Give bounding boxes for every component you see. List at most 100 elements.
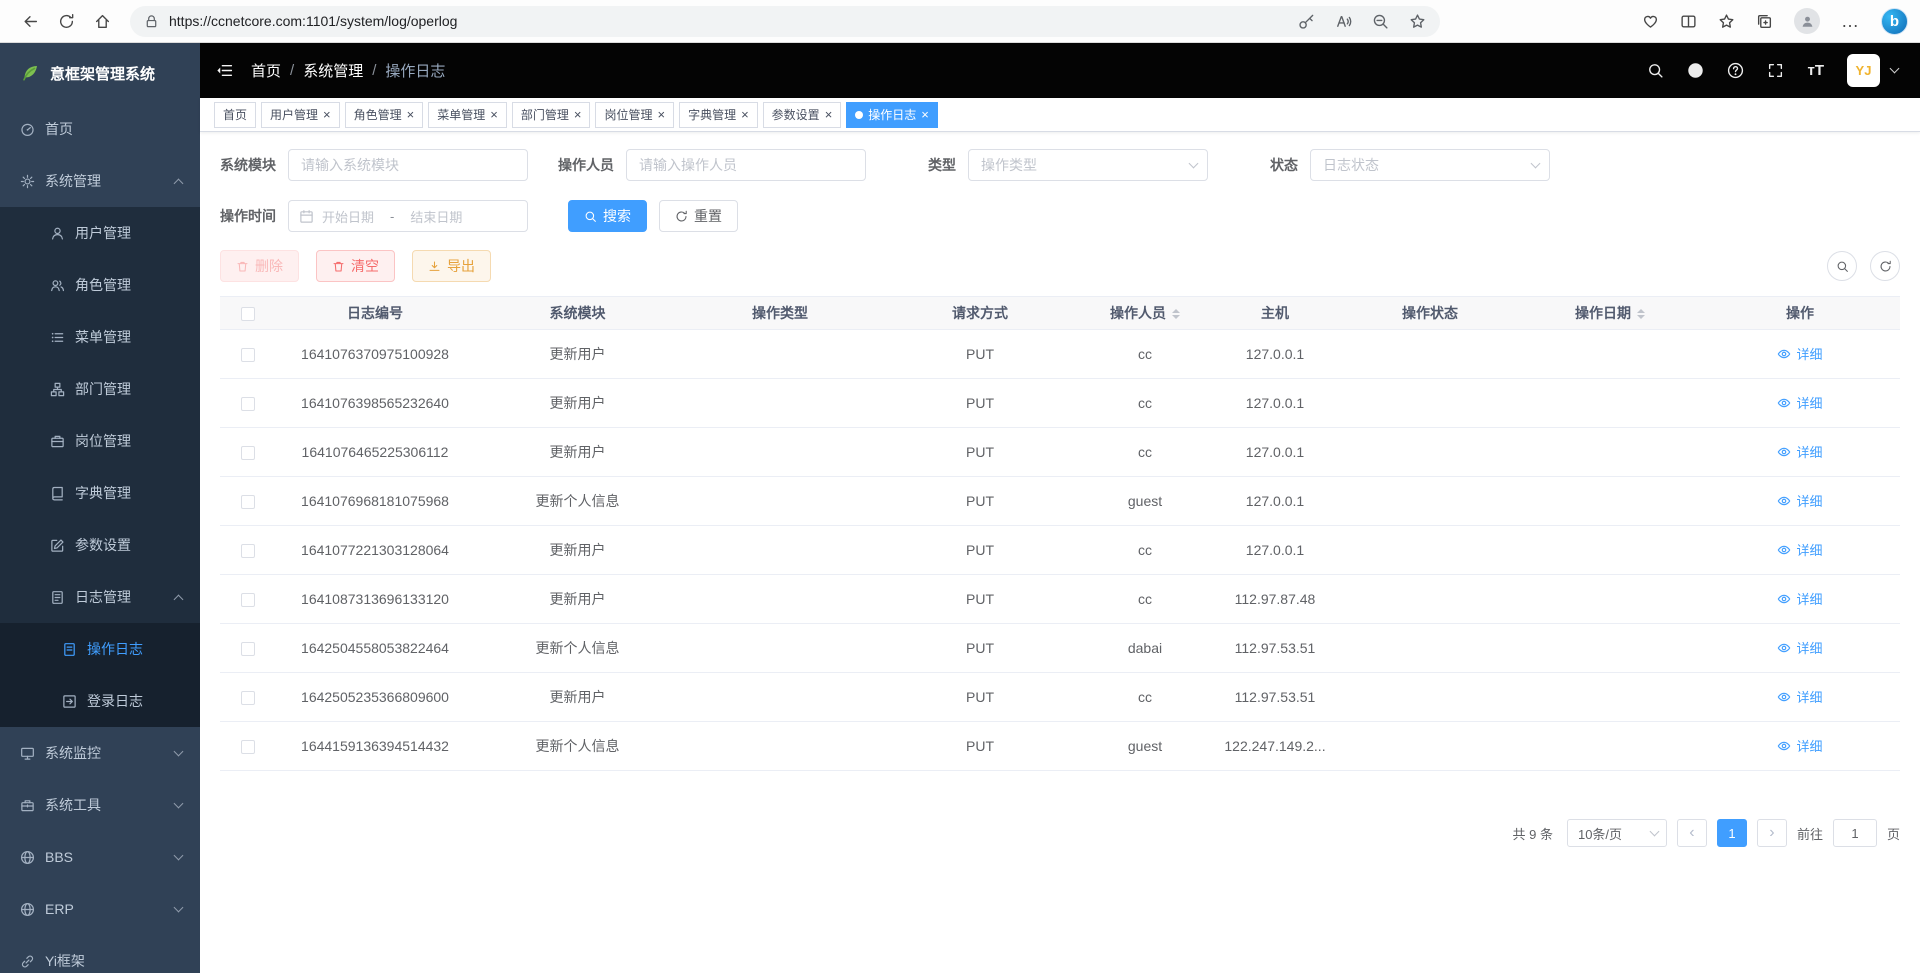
detail-link[interactable]: 详细 — [1777, 687, 1822, 706]
detail-link[interactable]: 详细 — [1777, 393, 1822, 412]
detail-link[interactable]: 详细 — [1777, 442, 1822, 461]
collapse-sidebar-button[interactable] — [216, 62, 233, 79]
tab-param-settings[interactable]: 参数设置 × — [763, 102, 842, 128]
sidebar-item-user-mgmt[interactable]: 用户管理 — [0, 207, 200, 259]
sidebar-item-dict-mgmt[interactable]: 字典管理 — [0, 467, 200, 519]
tab-dict-mgmt[interactable]: 字典管理 × — [679, 102, 758, 128]
close-icon[interactable]: × — [407, 108, 415, 121]
status-select[interactable]: 日志状态 — [1310, 149, 1550, 181]
close-icon[interactable]: × — [657, 108, 665, 121]
module-input[interactable] — [288, 149, 528, 181]
row-checkbox[interactable] — [241, 397, 255, 411]
browser-back-button[interactable] — [12, 4, 48, 38]
app-logo[interactable]: 意框架管理系统 — [0, 43, 200, 103]
tab-user-mgmt[interactable]: 用户管理 × — [261, 102, 340, 128]
browser-menu-icon[interactable]: … — [1841, 11, 1860, 32]
bing-icon[interactable]: b — [1881, 8, 1908, 35]
sidebar-item-system-tools[interactable]: 系统工具 — [0, 779, 200, 831]
favorites-icon[interactable] — [1718, 13, 1735, 30]
col-date[interactable]: 操作日期 — [1520, 297, 1700, 330]
detail-link[interactable]: 详细 — [1777, 491, 1822, 510]
goto-page-input[interactable] — [1833, 819, 1877, 847]
profile-avatar[interactable] — [1794, 8, 1820, 34]
tab-post-mgmt[interactable]: 岗位管理 × — [595, 102, 674, 128]
sidebar-item-menu-mgmt[interactable]: 菜单管理 — [0, 311, 200, 363]
breadcrumb-home[interactable]: 首页 — [251, 60, 281, 81]
sidebar-item-login-log[interactable]: 登录日志 — [0, 675, 200, 727]
detail-link[interactable]: 详细 — [1777, 540, 1822, 559]
reset-button[interactable]: 重置 — [659, 200, 738, 232]
tab-role-mgmt[interactable]: 角色管理 × — [345, 102, 424, 128]
row-checkbox[interactable] — [241, 348, 255, 362]
header-search-button[interactable] — [1647, 62, 1664, 79]
delete-button[interactable]: 删除 — [220, 250, 299, 282]
password-key-icon[interactable] — [1298, 13, 1315, 30]
sort-carets-icon[interactable] — [1172, 305, 1180, 323]
user-avatar[interactable]: YJ — [1847, 54, 1880, 87]
page-number-1[interactable]: 1 — [1717, 819, 1747, 847]
close-icon[interactable]: × — [323, 108, 331, 121]
row-checkbox[interactable] — [241, 691, 255, 705]
sidebar-item-erp[interactable]: ERP — [0, 883, 200, 935]
sidebar-item-post-mgmt[interactable]: 岗位管理 — [0, 415, 200, 467]
sidebar-item-role-mgmt[interactable]: 角色管理 — [0, 259, 200, 311]
read-aloud-icon[interactable] — [1335, 13, 1352, 30]
sidebar-item-system-mgmt[interactable]: 系统管理 — [0, 155, 200, 207]
refresh-table-button[interactable] — [1870, 251, 1900, 281]
row-checkbox[interactable] — [241, 593, 255, 607]
detail-link[interactable]: 详细 — [1777, 736, 1822, 755]
next-page-button[interactable]: › — [1757, 819, 1787, 847]
split-screen-icon[interactable] — [1680, 13, 1697, 30]
favorite-add-icon[interactable] — [1409, 13, 1426, 30]
search-button[interactable]: 搜索 — [568, 200, 647, 232]
browser-essentials-icon[interactable] — [1642, 13, 1659, 30]
sidebar-item-bbs[interactable]: BBS — [0, 831, 200, 883]
help-button[interactable] — [1727, 62, 1744, 79]
zoom-out-icon[interactable] — [1372, 13, 1389, 30]
tab-menu-mgmt[interactable]: 菜单管理 × — [428, 102, 507, 128]
row-checkbox[interactable] — [241, 740, 255, 754]
close-icon[interactable]: × — [921, 108, 929, 121]
user-menu-caret-icon[interactable] — [1890, 64, 1900, 74]
prev-page-button[interactable]: ‹ — [1677, 819, 1707, 847]
browser-home-button[interactable] — [84, 4, 120, 38]
tab-dept-mgmt[interactable]: 部门管理 × — [512, 102, 591, 128]
sidebar-item-dept-mgmt[interactable]: 部门管理 — [0, 363, 200, 415]
type-select[interactable]: 操作类型 — [968, 149, 1208, 181]
close-icon[interactable]: × — [825, 108, 833, 121]
font-size-icon[interactable]: тT — [1807, 62, 1824, 79]
close-icon[interactable]: × — [574, 108, 582, 121]
export-button[interactable]: 导出 — [412, 250, 491, 282]
sidebar-item-oper-log[interactable]: 操作日志 — [0, 623, 200, 675]
col-operator[interactable]: 操作人员 — [1080, 297, 1210, 330]
sort-carets-icon[interactable] — [1637, 305, 1645, 323]
browser-refresh-button[interactable] — [48, 4, 84, 38]
date-range-input[interactable]: 开始日期 - 结束日期 — [288, 200, 528, 232]
row-checkbox[interactable] — [241, 642, 255, 656]
sidebar-item-home[interactable]: 首页 — [0, 103, 200, 155]
operator-input[interactable] — [626, 149, 866, 181]
select-all-checkbox[interactable] — [241, 307, 255, 321]
sidebar-item-system-monitor[interactable]: 系统监控 — [0, 727, 200, 779]
detail-link[interactable]: 详细 — [1777, 638, 1822, 657]
address-bar[interactable]: https://ccnetcore.com:1101/system/log/op… — [130, 6, 1440, 37]
breadcrumb-system-mgmt[interactable]: 系统管理 — [303, 60, 363, 81]
sidebar-item-log-mgmt[interactable]: 日志管理 — [0, 571, 200, 623]
close-icon[interactable]: × — [490, 108, 498, 121]
sidebar-item-yi-framework[interactable]: Yi框架 — [0, 935, 200, 973]
toggle-search-button[interactable] — [1827, 251, 1857, 281]
row-checkbox[interactable] — [241, 495, 255, 509]
page-size-select[interactable]: 10条/页 — [1567, 819, 1667, 847]
detail-link[interactable]: 详细 — [1777, 344, 1822, 363]
sidebar-item-param-settings[interactable]: 参数设置 — [0, 519, 200, 571]
tab-oper-log[interactable]: 操作日志 × — [846, 102, 938, 128]
tab-home[interactable]: 首页 — [214, 102, 256, 128]
detail-link[interactable]: 详细 — [1777, 589, 1822, 608]
collections-icon[interactable] — [1756, 13, 1773, 30]
github-link-button[interactable] — [1687, 62, 1704, 79]
clear-button[interactable]: 清空 — [316, 250, 395, 282]
row-checkbox[interactable] — [241, 544, 255, 558]
fullscreen-button[interactable] — [1767, 62, 1784, 79]
row-checkbox[interactable] — [241, 446, 255, 460]
close-icon[interactable]: × — [741, 108, 749, 121]
